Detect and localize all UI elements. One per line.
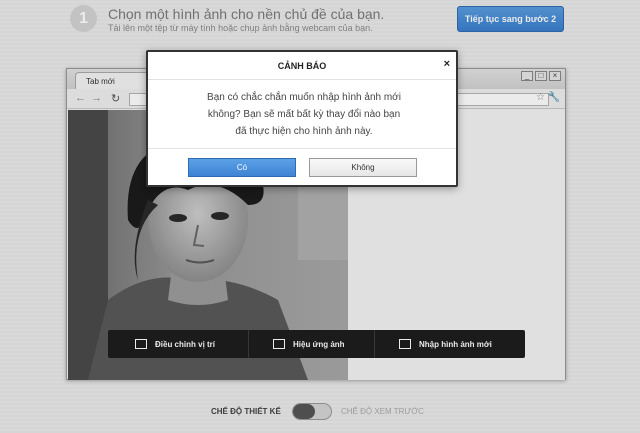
no-button[interactable]: Không (309, 158, 417, 177)
dialog-divider (148, 79, 456, 80)
dialog-message-line: Bạn có chắc chắn muốn nhập hình ảnh mới (207, 92, 401, 103)
dialog-message-line: không? Bạn sẽ mất bất kỳ thay đổi nào bạ… (207, 109, 401, 120)
dialog-close-icon[interactable]: × (444, 58, 450, 70)
dialog-message-line: đã thực hiện cho hình ảnh này. (235, 126, 373, 137)
dialog-divider (148, 148, 456, 149)
dialog-title: CẢNH BÁO (277, 61, 327, 71)
warning-dialog: CẢNH BÁO × Bạn có chắc chắn muốn nhập hì… (146, 50, 458, 187)
dialog-message: Bạn có chắc chắn muốn nhập hình ảnh mới … (178, 89, 430, 140)
yes-button[interactable]: Có (188, 158, 296, 177)
